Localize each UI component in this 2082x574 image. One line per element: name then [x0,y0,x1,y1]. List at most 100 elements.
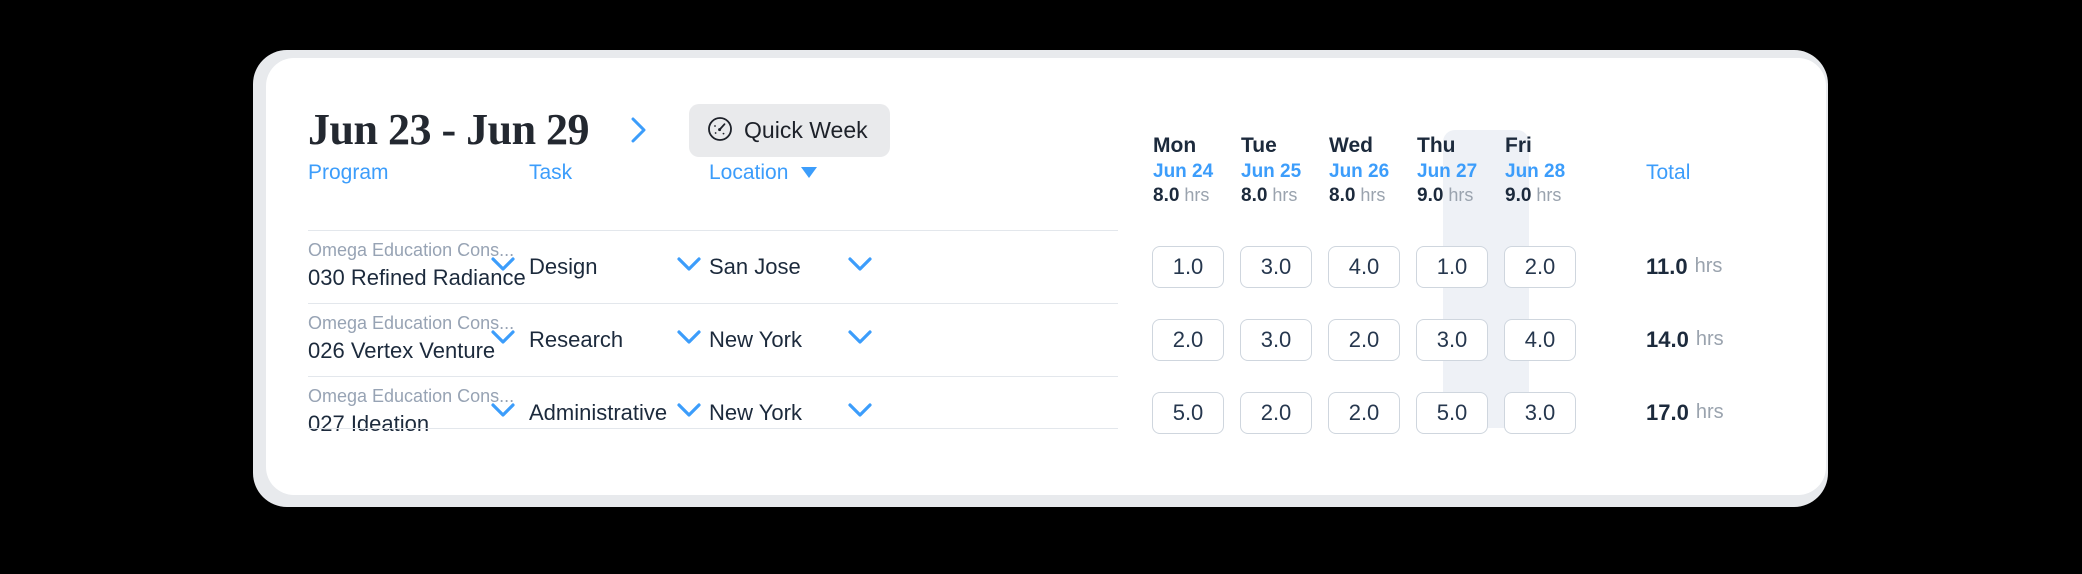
row-total-unit: hrs [1695,328,1724,350]
program-dropdown-button[interactable] [486,303,520,376]
program-dropdown-button[interactable] [486,230,520,303]
table-row: Omega Education Cons... 027 Ideation Admin… [266,376,1826,449]
cell-row-total: 11.0 hrs [1646,230,1722,303]
day-header-hours: 9.0 hrs [1417,185,1495,206]
row-total-value: 17.0 [1646,399,1689,425]
column-header-total: Total [1646,161,1691,184]
cell-task[interactable]: Research [529,303,669,376]
cell-task[interactable]: Design [529,230,669,303]
day-header-dow: Mon [1153,134,1197,157]
column-header-task[interactable]: Task [529,162,572,183]
chevron-down-icon [490,256,516,277]
day-header-tue: Tue Jun 25 8.0 hrs [1233,134,1319,206]
cell-task[interactable]: Administrative [529,376,669,449]
location-name: San Jose [709,253,801,279]
table-row: Omega Education Cons... 026 Vertex Ventur… [266,303,1826,376]
hour-cell-fri [1497,230,1583,303]
program-client-name: Omega Education Cons... [308,386,515,407]
chevron-down-icon [490,329,516,350]
day-header-dow: Wed [1329,134,1373,157]
task-dropdown-button[interactable] [672,376,706,449]
row-total-unit: hrs [1695,401,1724,423]
chevron-down-icon [847,402,873,423]
hour-input[interactable] [1328,318,1400,361]
hour-cell-wed [1321,303,1407,376]
hour-input[interactable] [1504,245,1576,288]
hour-cell-fri [1497,376,1583,449]
hour-input[interactable] [1152,318,1224,361]
hour-input[interactable] [1240,318,1312,361]
hour-input[interactable] [1504,318,1576,361]
day-header-dow: Fri [1505,134,1532,157]
hour-cell-wed [1321,230,1407,303]
day-header-dow: Thu [1417,134,1456,157]
hour-cell-mon [1145,376,1231,449]
hour-input[interactable] [1504,391,1576,434]
program-dropdown-button[interactable] [486,376,520,449]
task-name: Administrative [529,399,668,425]
chevron-down-icon [490,402,516,423]
chevron-down-icon [847,329,873,350]
program-client-name: Omega Education Cons... [308,240,515,261]
hour-cell-tue [1233,230,1319,303]
day-header-hours-unit: hrs [1355,184,1386,205]
cell-program[interactable]: Omega Education Cons... 026 Vertex Ventur… [308,303,514,376]
hour-input[interactable] [1240,391,1312,434]
location-name: New York [709,326,802,352]
hour-input[interactable] [1416,391,1488,434]
chevron-down-icon [676,402,702,423]
program-name: 026 Vertex Venture [308,338,496,364]
cell-program[interactable]: Omega Education Cons... 027 Ideation [308,376,514,449]
day-header-dow: Tue [1241,134,1277,157]
chevron-down-icon [676,256,702,277]
sort-descending-triangle-icon[interactable] [801,167,818,178]
column-header-location[interactable]: Location [709,162,818,183]
day-header-hours-unit: hrs [1443,184,1474,205]
day-header-hours-value: 8.0 [1153,184,1180,206]
column-header-program[interactable]: Program [308,162,389,183]
hour-cell-thu [1409,303,1495,376]
hour-cell-mon [1145,303,1231,376]
day-header-mon: Mon Jun 24 8.0 hrs [1145,134,1231,206]
day-header-hours-unit: hrs [1179,184,1210,205]
screen: Jun 23 - Jun 29 Quick Week Program Task … [0,0,2082,574]
cell-program[interactable]: Omega Education Cons... 030 Refined Radia… [308,230,526,303]
timesheet-table: Program Task Location Total Mon Jun 24 8.0… [266,58,1826,495]
task-name: Research [529,326,624,352]
program-client-name: Omega Education Cons... [308,313,515,334]
cell-location[interactable]: New York [709,376,839,449]
day-header-hours-value: 9.0 [1417,184,1444,206]
hour-input[interactable] [1328,391,1400,434]
task-dropdown-button[interactable] [672,230,706,303]
day-header-hours-unit: hrs [1267,184,1298,205]
hour-cell-wed [1321,376,1407,449]
day-header-thu: Thu Jun 27 9.0 hrs [1409,134,1495,206]
hour-input[interactable] [1328,245,1400,288]
hour-input[interactable] [1152,391,1224,434]
day-header-hours-unit: hrs [1531,184,1562,205]
day-header-hours: 8.0 hrs [1329,185,1407,206]
cell-row-total: 17.0 hrs [1646,376,1724,449]
hour-cell-tue [1233,303,1319,376]
chevron-down-icon [847,256,873,277]
hour-input[interactable] [1416,318,1488,361]
day-header-hours: 8.0 hrs [1241,185,1319,206]
day-header-fri: Fri Jun 28 9.0 hrs [1497,134,1583,206]
cell-location[interactable]: San Jose [709,230,839,303]
task-dropdown-button[interactable] [672,303,706,376]
day-header-date: Jun 25 [1241,160,1302,182]
location-dropdown-button[interactable] [843,303,877,376]
location-dropdown-button[interactable] [843,376,877,449]
row-total-unit: hrs [1694,255,1723,277]
cell-location[interactable]: New York [709,303,839,376]
day-header-hours: 8.0 hrs [1153,185,1231,206]
hour-input[interactable] [1240,245,1312,288]
location-dropdown-button[interactable] [843,230,877,303]
chevron-down-icon [676,329,702,350]
hour-cell-thu [1409,230,1495,303]
hour-input[interactable] [1416,245,1488,288]
task-name: Design [529,253,598,279]
day-header-date: Jun 28 [1505,160,1566,182]
day-header-wed: Wed Jun 26 8.0 hrs [1321,134,1407,206]
hour-input[interactable] [1152,245,1224,288]
